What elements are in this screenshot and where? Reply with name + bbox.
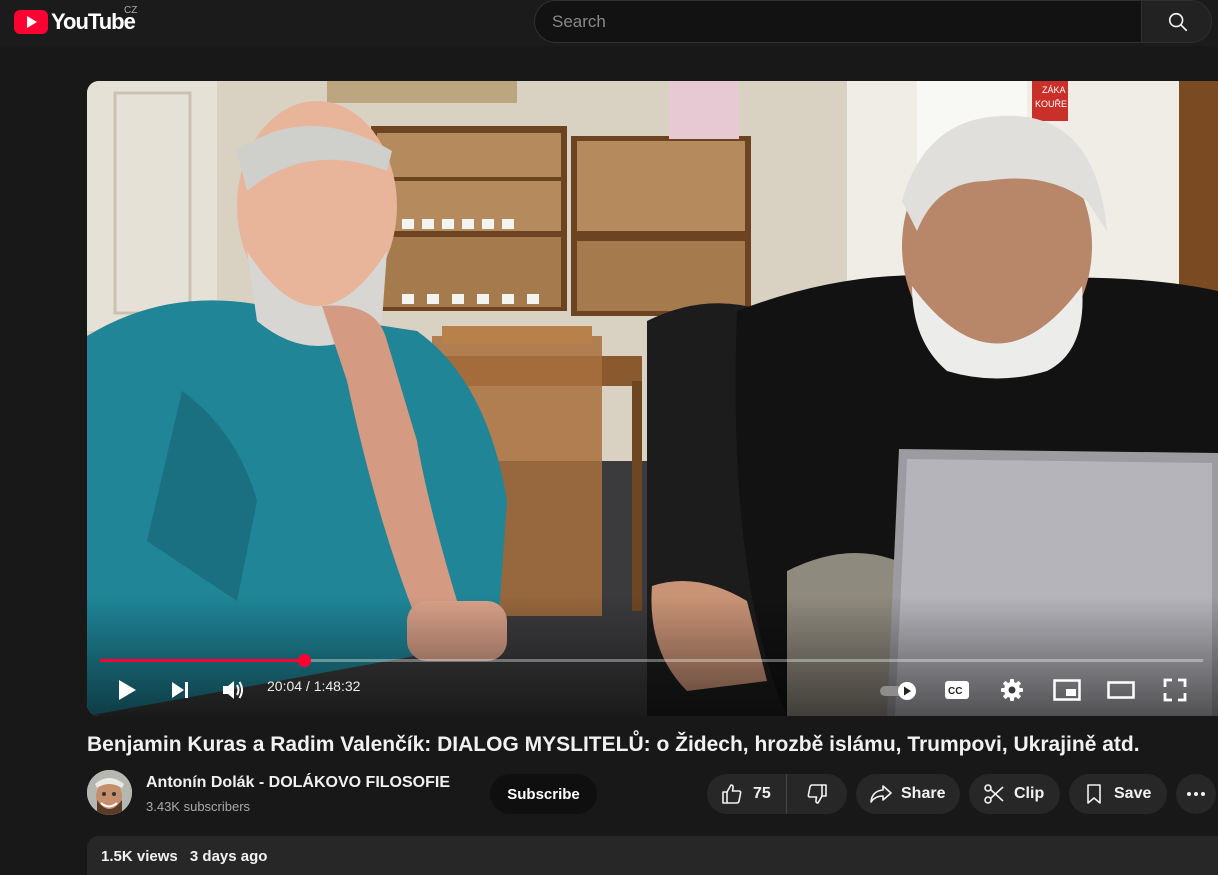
- progress-played: [100, 659, 304, 662]
- search-box: [534, 0, 1212, 43]
- avatar-image: [87, 770, 132, 815]
- time-display: 20:04 / 1:48:32: [267, 678, 361, 694]
- settings-button[interactable]: [997, 675, 1027, 705]
- subscriber-count: 3.43K subscribers: [146, 799, 251, 814]
- clip-label: Clip: [1014, 785, 1045, 802]
- captions-icon: CC: [945, 681, 969, 699]
- play-button[interactable]: [111, 675, 143, 705]
- svg-text:CC: CC: [948, 686, 962, 697]
- channel-avatar[interactable]: [87, 770, 132, 815]
- theater-mode-button[interactable]: [1105, 675, 1137, 705]
- video-stats: 1.5K views 3 days ago: [101, 848, 267, 865]
- subscribe-button[interactable]: Subscribe: [490, 774, 597, 814]
- save-button[interactable]: Save: [1069, 774, 1167, 814]
- volume-icon: [223, 681, 243, 699]
- scissors-icon: [984, 784, 1004, 804]
- miniplayer-icon: [1053, 679, 1081, 701]
- thumbs-up-icon: [722, 784, 742, 804]
- like-dislike-group: 75: [707, 774, 847, 814]
- thumbs-down-icon: [807, 784, 827, 804]
- progress-scrubber[interactable]: [297, 654, 311, 667]
- share-icon: [870, 785, 892, 803]
- video-title: Benjamin Kuras a Radim Valenčík: DIALOG …: [87, 733, 1140, 756]
- next-button[interactable]: [165, 675, 195, 705]
- masthead: YouTube CZ: [0, 0, 1218, 46]
- save-label: Save: [1114, 785, 1152, 802]
- upload-date: 3 days ago: [189, 848, 268, 865]
- youtube-logo[interactable]: YouTube: [14, 9, 136, 35]
- search-icon: [1168, 12, 1188, 31]
- miniplayer-button[interactable]: [1051, 675, 1083, 705]
- controls-gradient: [87, 596, 1218, 716]
- video-player[interactable]: ZÁKA KOUŘE 20:04 / 1:48:32 CC: [87, 81, 1218, 716]
- autoplay-toggle[interactable]: [878, 677, 920, 705]
- youtube-logo-icon: [14, 10, 48, 34]
- channel-name[interactable]: Antonín Dolák - DOLÁKOVO FILOSOFIE: [146, 774, 450, 792]
- share-label: Share: [901, 785, 946, 802]
- more-icon: [1187, 792, 1205, 796]
- country-code: CZ: [124, 5, 138, 16]
- autoplay-toggle-icon: [880, 682, 916, 700]
- search-input[interactable]: [535, 1, 1141, 42]
- theater-mode-icon: [1107, 681, 1135, 699]
- clip-button[interactable]: Clip: [969, 774, 1060, 814]
- like-button[interactable]: 75: [707, 774, 787, 814]
- share-button[interactable]: Share: [856, 774, 960, 814]
- like-count: 75: [753, 785, 771, 802]
- fullscreen-button[interactable]: [1160, 675, 1190, 705]
- more-actions-button[interactable]: [1176, 774, 1216, 814]
- fullscreen-icon: [1163, 678, 1187, 702]
- wall-sign-line-1: ZÁKA: [1042, 85, 1066, 95]
- search-button[interactable]: [1141, 1, 1211, 42]
- view-count: 1.5K views: [101, 848, 178, 865]
- settings-icon: [1001, 679, 1023, 701]
- next-icon: [172, 682, 188, 698]
- captions-button[interactable]: CC: [942, 677, 972, 703]
- mute-button[interactable]: [217, 675, 249, 705]
- dislike-button[interactable]: [787, 774, 847, 814]
- progress-bar[interactable]: [100, 654, 1203, 667]
- bookmark-icon: [1087, 784, 1101, 804]
- wall-sign-line-2: KOUŘE: [1035, 99, 1067, 109]
- play-icon: [119, 680, 136, 700]
- logo-text: YouTube: [51, 9, 136, 34]
